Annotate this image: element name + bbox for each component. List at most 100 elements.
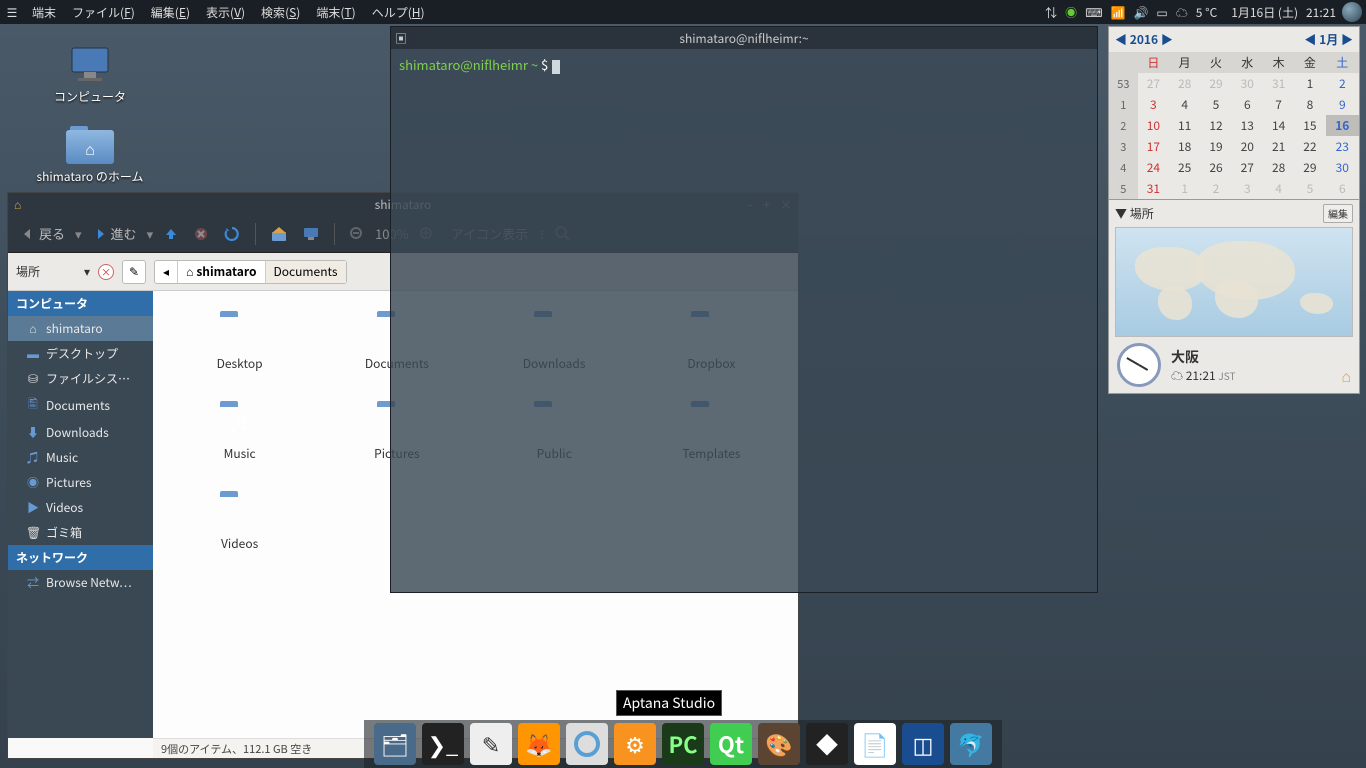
folder-desktop[interactable]: Desktop <box>161 309 318 399</box>
dock-chromium[interactable] <box>566 723 608 765</box>
menu-terminal[interactable]: 端末(T) <box>308 4 363 21</box>
cal-day[interactable]: 5 <box>1294 178 1325 199</box>
stop-button[interactable] <box>189 223 213 245</box>
menu-edit[interactable]: 編集(E) <box>143 4 198 21</box>
month-label[interactable]: 1月 <box>1319 31 1338 48</box>
tray-time[interactable]: 21:21 <box>1304 4 1338 21</box>
sidebar-item-documents[interactable]: 🖺Documents <box>8 391 153 420</box>
terminal-titlebar[interactable]: ▣ shimataro@niflheimr:~ <box>391 27 1097 49</box>
sidebar-item-trash[interactable]: 🗑ゴミ箱 <box>8 520 153 545</box>
cal-day[interactable]: 4 <box>1169 94 1200 115</box>
cal-day[interactable]: 18 <box>1169 136 1200 157</box>
sidebar-item-videos[interactable]: ▶Videos <box>8 495 153 520</box>
month-next[interactable]: ▶ <box>1341 31 1353 48</box>
reload-button[interactable] <box>219 222 245 246</box>
cal-day[interactable]: 13 <box>1232 115 1263 136</box>
cal-day[interactable]: 26 <box>1200 157 1231 178</box>
cal-day[interactable]: 19 <box>1200 136 1231 157</box>
cal-day[interactable]: 16 <box>1326 115 1359 136</box>
crumb-documents[interactable]: Documents <box>266 261 346 283</box>
cal-day[interactable]: 6 <box>1326 178 1359 199</box>
tray-battery-icon[interactable]: ▭ <box>1154 4 1169 21</box>
up-button[interactable] <box>159 223 183 245</box>
zoom-out-button[interactable] <box>345 223 369 245</box>
tray-dropbox-icon[interactable]: ⇅ <box>1043 4 1059 21</box>
cal-day[interactable]: 6 <box>1232 94 1263 115</box>
cal-day[interactable]: 17 <box>1138 136 1169 157</box>
places-selector[interactable]: 場所 ▾ <box>16 263 90 280</box>
cal-day[interactable]: 29 <box>1200 73 1231 94</box>
cal-day[interactable]: 8 <box>1294 94 1325 115</box>
dock-libreoffice[interactable]: 📄 <box>854 723 896 765</box>
cal-day[interactable]: 24 <box>1138 157 1169 178</box>
dock-editor[interactable]: ✎ <box>470 723 512 765</box>
cal-day[interactable]: 22 <box>1294 136 1325 157</box>
cal-day[interactable]: 10 <box>1138 115 1169 136</box>
cal-day[interactable]: 23 <box>1326 136 1359 157</box>
cal-day[interactable]: 31 <box>1263 73 1294 94</box>
sidebar-item-home[interactable]: ⌂shimataro <box>8 316 153 341</box>
tray-volume-icon[interactable]: 🔊 <box>1131 4 1150 21</box>
back-button[interactable]: 戻る <box>16 221 69 246</box>
tray-search-icon[interactable] <box>1342 2 1362 22</box>
forward-button[interactable]: 進む <box>88 221 141 246</box>
cal-day[interactable]: 31 <box>1138 178 1169 199</box>
cal-day[interactable]: 27 <box>1232 157 1263 178</box>
cal-day[interactable]: 7 <box>1263 94 1294 115</box>
cal-day[interactable]: 2 <box>1200 178 1231 199</box>
dock-virtualbox[interactable]: ◫ <box>902 723 944 765</box>
folder-videos[interactable]: Videos <box>161 489 318 579</box>
dock-pycharm[interactable]: PC <box>662 723 704 765</box>
cal-day[interactable]: 3 <box>1138 94 1169 115</box>
year-next[interactable]: ▶ <box>1161 31 1173 48</box>
cal-day[interactable]: 11 <box>1169 115 1200 136</box>
cal-day[interactable]: 21 <box>1263 136 1294 157</box>
cal-day[interactable]: 30 <box>1326 157 1359 178</box>
desktop-icon-computer[interactable]: コンピュータ <box>30 44 150 105</box>
year-prev[interactable]: ◀ <box>1115 31 1127 48</box>
menu-file[interactable]: ファイル(F) <box>64 4 143 21</box>
world-map[interactable] <box>1115 227 1353 337</box>
menu-search[interactable]: 検索(S) <box>253 4 308 21</box>
desktop-icon-home[interactable]: ⌂ shimataro のホーム <box>30 124 150 185</box>
dock-gimp[interactable]: 🎨 <box>758 723 800 765</box>
folder-music[interactable]: ♫Music <box>161 399 318 489</box>
cal-day[interactable]: 14 <box>1263 115 1294 136</box>
cal-day[interactable]: 30 <box>1232 73 1263 94</box>
dock-aptana[interactable]: ⚙ <box>614 723 656 765</box>
cal-day[interactable]: 27 <box>1138 73 1169 94</box>
edit-button[interactable]: 編集 <box>1323 204 1353 223</box>
sidebar-item-filesystem[interactable]: ⛁ファイルシス… <box>8 366 153 391</box>
cal-day[interactable]: 9 <box>1326 94 1359 115</box>
cal-day[interactable]: 2 <box>1326 73 1359 94</box>
app-name[interactable]: 端末 <box>24 4 64 21</box>
dock-mysql[interactable]: 🐬 <box>950 723 992 765</box>
tray-weather[interactable]: 5 °C <box>1194 4 1219 21</box>
crumb-back[interactable]: ◂ <box>155 261 178 283</box>
cal-day[interactable]: 5 <box>1200 94 1231 115</box>
app-menu-icon[interactable]: ☰ <box>0 0 24 24</box>
places-close-icon[interactable]: × <box>98 264 114 280</box>
cal-day[interactable]: 1 <box>1169 178 1200 199</box>
tray-keyboard-icon[interactable]: ⌨ <box>1083 4 1104 21</box>
computer-button[interactable] <box>298 222 324 246</box>
tray-network-icon[interactable]: 📶 <box>1109 4 1128 21</box>
calendar-grid[interactable]: 日月火水木金土 53272829303112134567892101112131… <box>1109 52 1359 199</box>
menu-help[interactable]: ヘルプ(H) <box>364 4 433 21</box>
cal-day[interactable]: 20 <box>1232 136 1263 157</box>
tray-sync-icon[interactable]: ◉ <box>1063 4 1079 21</box>
sidebar-item-downloads[interactable]: ⬇Downloads <box>8 420 153 445</box>
location-header[interactable]: ▼ 場所 <box>1115 205 1154 222</box>
sidebar-item-browse-network[interactable]: ⇄Browse Netw… <box>8 570 153 595</box>
edit-path-button[interactable]: ✎ <box>122 260 146 284</box>
month-prev[interactable]: ◀ <box>1304 31 1316 48</box>
cal-day[interactable]: 15 <box>1294 115 1325 136</box>
cal-day[interactable]: 1 <box>1294 73 1325 94</box>
sidebar-item-music[interactable]: ♫Music <box>8 445 153 470</box>
cal-day[interactable]: 28 <box>1263 157 1294 178</box>
year-label[interactable]: 2016 <box>1130 31 1158 48</box>
cal-day[interactable]: 3 <box>1232 178 1263 199</box>
back-dropdown-icon[interactable]: ▾ <box>75 224 82 243</box>
sidebar-item-desktop[interactable]: ▬デスクトップ <box>8 341 153 366</box>
tray-date[interactable]: 1月16日 (土) <box>1223 4 1300 21</box>
